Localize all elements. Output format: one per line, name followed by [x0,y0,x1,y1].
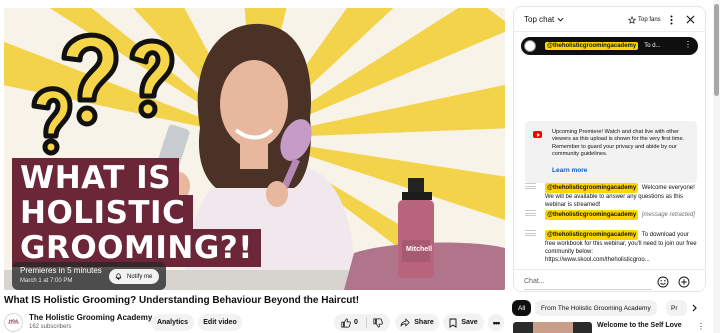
save-button[interactable]: Save [443,314,484,331]
pinned-more-icon[interactable]: ⋮ [684,40,692,49]
chat-input-field[interactable]: Chat... [524,274,652,290]
close-icon [686,15,695,24]
chip-related[interactable]: Pr [666,300,687,316]
pinned-author-handle: @theholisticgroomingacademy [545,42,639,50]
chat-input-bar: Chat... [514,269,705,291]
chips-next-button[interactable] [688,302,700,314]
live-chat-panel: Top chat Top fans @theholisticgroomingac… [513,6,706,292]
chat-more-button[interactable] [666,14,677,25]
pinned-message-text: To d... [644,43,661,49]
more-vertical-icon [670,15,673,24]
save-label: Save [461,319,478,326]
pinned-author-avatar [524,40,536,52]
premiere-info-message: Upcoming Premiere! Watch and chat live w… [552,129,685,157]
product-bottle-image [398,178,434,278]
recommendation-thumbnail[interactable] [513,322,592,333]
premiere-date: March 1 at 7:00 PM [20,278,73,284]
emoji-icon[interactable] [657,276,669,288]
analytics-label: Analytics [156,319,189,326]
like-dislike-group: 0 [334,314,390,331]
bell-icon [115,273,122,280]
message-author-handle[interactable]: @theholisticgroomingacademy [545,230,639,240]
channel-avatar[interactable]: HGA HOLISTIC [4,313,23,332]
thumbs-down-icon [373,317,383,328]
chevron-down-icon [557,17,564,22]
edit-video-label: Edit video [203,319,237,326]
chip-from-channel[interactable]: From The Holistic Grooming Academy [535,300,657,316]
video-title: What IS Holistic Grooming? Understanding… [4,295,360,306]
channel-logo-subtext: HOLISTIC [7,322,20,326]
premiere-info-banner: Upcoming Premiere! Watch and chat live w… [525,121,697,183]
message-text-retracted: [message retracted] [641,212,695,218]
more-horizontal-icon: ••• [492,317,501,328]
channel-name-link[interactable]: The Holistic Grooming Academy [29,313,152,322]
notify-me-label: Notify me [127,273,153,280]
youtube-watch-page: Mitchell WHAT IS HOLISTIC GROOMING?! Pre… [0,0,720,333]
like-count: 0 [354,319,358,326]
premiere-countdown: Premieres in 5 minutes [20,266,102,275]
recommendation-title[interactable]: Welcome to the Self Love [597,322,682,329]
share-button[interactable]: Share [395,314,439,331]
chip-all[interactable]: All [512,300,532,316]
top-fans-button[interactable]: Top fans [628,16,661,24]
pinned-message[interactable]: @theholisticgroomingacademy To d... ⋮ [521,37,698,55]
edit-video-button[interactable]: Edit video [198,314,242,331]
add-super-chat-icon[interactable] [678,276,690,288]
youtube-logo-icon [533,131,542,138]
thumbnail-headline-line-2: HOLISTIC [12,195,194,231]
message-avatar [525,230,536,238]
share-label: Share [414,319,434,326]
learn-more-link[interactable]: Learn more [552,167,587,174]
thumbs-up-icon [341,317,351,328]
analytics-button[interactable]: Analytics [151,314,194,331]
chat-header: Top chat Top fans [514,7,705,32]
message-avatar [525,183,536,191]
message-avatar [525,210,536,218]
like-button[interactable]: 0 [341,317,358,328]
top-chat-dropdown[interactable]: Top chat [524,15,564,24]
scrollbar-thumb[interactable] [714,4,719,96]
chat-mode-label: Top chat [524,15,555,24]
premiere-overlay: Premieres in 5 minutes March 1 at 7:00 P… [12,262,166,290]
thumbnail-headline-line-1: WHAT IS [12,158,180,198]
more-actions-button[interactable]: ••• [488,314,504,331]
subscriber-count: 162 subscribers [29,324,72,330]
share-icon [400,318,410,327]
video-player[interactable]: Mitchell WHAT IS HOLISTIC GROOMING?! Pre… [4,8,505,290]
top-fans-label: Top fans [638,17,661,23]
like-divider [365,317,367,328]
save-playlist-icon [449,318,457,328]
message-author-handle[interactable]: @theholisticgroomingacademy [545,183,639,193]
recommendation-more-icon[interactable]: ⋮ [697,322,705,331]
close-chat-button[interactable] [685,14,696,25]
trophy-star-icon [628,16,636,24]
bottle-label: Mitchell [406,246,433,253]
notify-me-button[interactable]: Notify me [109,269,160,284]
page-scrollbar[interactable] [713,0,720,333]
chevron-right-icon [692,304,697,312]
message-author-handle[interactable]: @theholisticgroomingacademy [545,210,639,220]
dislike-button[interactable] [373,317,383,328]
